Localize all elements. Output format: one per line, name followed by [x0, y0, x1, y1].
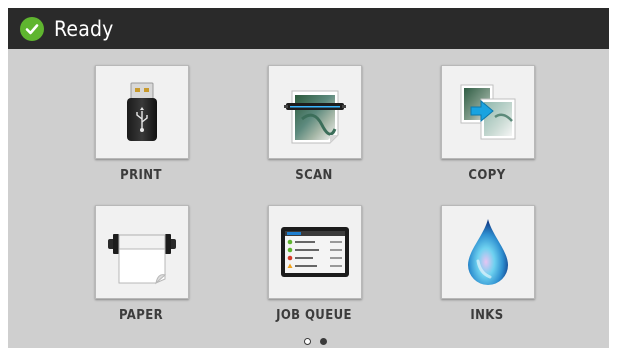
- job-queue-button[interactable]: [268, 205, 362, 299]
- job-queue-label: JOB QUEUE: [276, 308, 352, 323]
- scan-icon: [282, 79, 348, 145]
- inks-label: INKS: [470, 308, 504, 323]
- page-indicator-1[interactable]: [304, 338, 311, 345]
- paper-roll-icon: [106, 219, 178, 285]
- status-bar[interactable]: Ready: [8, 8, 609, 49]
- page-indicator-2[interactable]: [320, 338, 327, 345]
- scan-label: SCAN: [295, 168, 333, 183]
- copy-icon: [457, 81, 519, 143]
- print-label: PRINT: [120, 168, 162, 183]
- paper-button[interactable]: [95, 205, 189, 299]
- usb-drive-icon: [122, 81, 162, 143]
- checkmark-circle-icon: [20, 16, 44, 41]
- copy-button[interactable]: [441, 65, 535, 159]
- paper-label: PAPER: [119, 308, 163, 323]
- scan-button[interactable]: [268, 65, 362, 159]
- printer-home-screen: Ready PRINT SCAN COPY PAPER JOB QUEUE IN…: [8, 8, 609, 348]
- status-text: Ready: [54, 16, 114, 41]
- ink-drop-icon: [462, 217, 514, 287]
- print-button[interactable]: [95, 65, 189, 159]
- job-queue-icon: [280, 226, 350, 278]
- inks-button[interactable]: [441, 205, 535, 299]
- copy-label: COPY: [468, 168, 506, 183]
